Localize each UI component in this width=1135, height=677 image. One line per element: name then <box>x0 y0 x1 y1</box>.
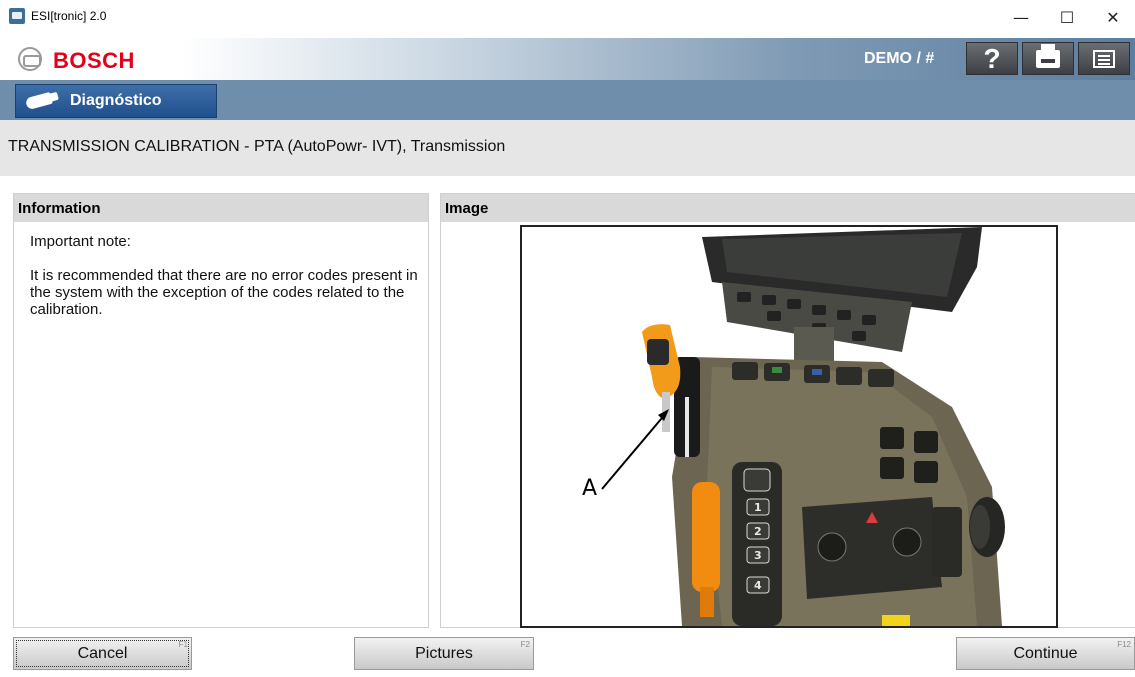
section-header: TRANSMISSION CALIBRATION - PTA (AutoPowr… <box>0 120 1135 176</box>
brand-name: BOSCH <box>53 48 135 73</box>
note-paragraph: It is recommended that there are no erro… <box>30 267 418 318</box>
cancel-label: Cancel <box>77 644 128 662</box>
svg-text:2: 2 <box>754 525 762 538</box>
brand-bar: BOSCH DEMO / # ? <box>0 38 1135 80</box>
pictures-button[interactable]: Pictures F2 <box>354 637 534 670</box>
information-panel: Information Important note: It is recomm… <box>13 193 429 628</box>
close-button[interactable]: ✕ <box>1090 0 1135 34</box>
pictures-label: Pictures <box>415 644 473 662</box>
printer-icon <box>1036 43 1060 68</box>
page-title: TRANSMISSION CALIBRATION - PTA (AutoPowr… <box>8 138 506 155</box>
cancel-button[interactable]: Cancel F1 <box>13 637 192 670</box>
window-title-bar: ESI[tronic] 2.0 — ☐ ✕ <box>0 0 1135 34</box>
svg-text:1: 1 <box>754 501 762 514</box>
help-icon: ? <box>983 42 1001 74</box>
cancel-hotkey: F1 <box>178 640 188 649</box>
continue-hotkey: F12 <box>1117 640 1131 649</box>
menu-button[interactable] <box>1078 42 1130 75</box>
continue-label: Continue <box>1013 644 1078 662</box>
app-icon <box>9 8 25 24</box>
armrest-illustration: 1 2 3 4 A <box>582 227 1005 626</box>
svg-text:3: 3 <box>754 549 762 562</box>
callout-label: A <box>582 476 597 501</box>
print-button[interactable] <box>1022 42 1074 75</box>
pictures-hotkey: F2 <box>520 640 530 649</box>
menu-list-icon <box>1093 49 1115 68</box>
continue-button[interactable]: Continue F12 <box>956 637 1135 670</box>
user-label: DEMO / # <box>864 50 935 67</box>
minimize-button[interactable]: — <box>998 0 1044 34</box>
help-button[interactable]: ? <box>966 42 1018 75</box>
tab-label: Diagnóstico <box>70 92 162 109</box>
window-title: ESI[tronic] 2.0 <box>31 9 107 23</box>
image-header: Image <box>441 194 1135 222</box>
information-body: Important note: It is recommended that t… <box>14 222 428 318</box>
diagnostic-probe-icon <box>26 91 60 111</box>
bosch-logo-icon <box>18 47 42 71</box>
tab-diagnostico[interactable]: Diagnóstico <box>15 84 217 118</box>
tractor-armrest-photo: 1 2 3 4 A <box>520 225 1058 628</box>
maximize-button[interactable]: ☐ <box>1044 0 1090 34</box>
svg-text:4: 4 <box>754 579 762 592</box>
note-title: Important note: <box>30 233 131 250</box>
nav-bar: Diagnóstico <box>0 80 1135 120</box>
information-header: Information <box>14 194 428 222</box>
image-panel: Image 1 2 3 4 A <box>440 193 1135 628</box>
